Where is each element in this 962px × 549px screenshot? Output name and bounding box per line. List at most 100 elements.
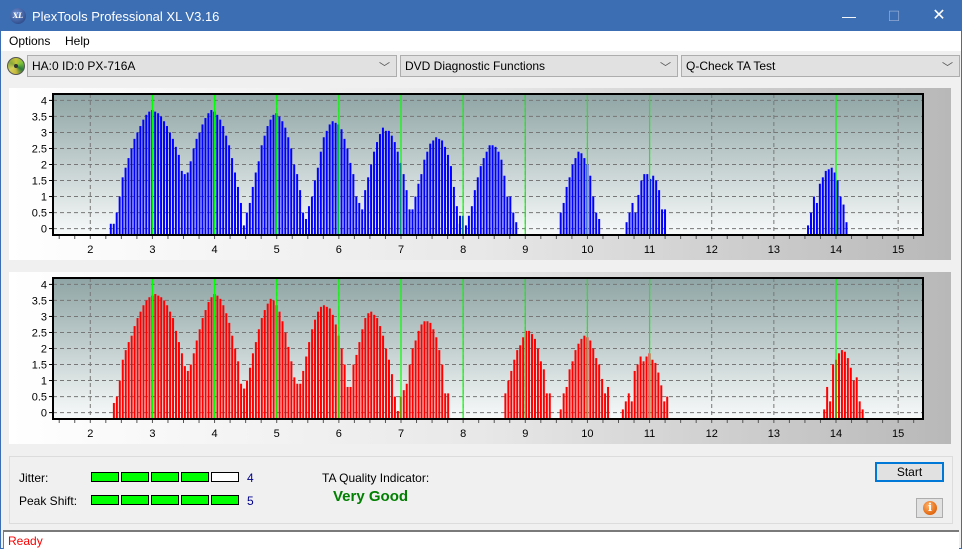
histogram-bar [305,218,308,235]
histogram-bar [504,393,507,419]
x-tick-label: 2 [87,428,93,440]
histogram-bar [528,330,531,419]
histogram-bar [198,329,201,419]
histogram-bar [858,401,861,419]
y-tick-label: 1.5 [32,176,47,188]
histogram-bar [172,318,175,419]
histogram-bar [583,158,586,235]
histogram-bar [328,124,331,235]
histogram-bar [290,148,293,235]
histogram-bar [459,215,462,235]
y-tick-label: 3 [41,127,47,139]
histogram-bar [491,145,494,235]
histogram-bar [272,114,275,235]
histogram-bar [118,380,121,419]
histogram-bar [393,396,396,419]
plextools-app-icon: XL [10,8,26,24]
histogram-bar [417,183,420,235]
histogram-bar [243,388,246,419]
peak-shift-meter-segment [91,495,119,505]
histogram-bar [512,212,515,235]
histogram-bar [837,353,840,419]
histogram-bar [207,113,210,235]
histogram-bar [519,345,522,419]
histogram-bar [299,383,302,419]
histogram-bar [636,364,639,419]
x-tick-label: 6 [336,428,342,440]
histogram-bar [124,167,127,235]
histogram-bar [198,132,201,235]
histogram-bar [367,313,370,419]
histogram-bar [645,356,648,419]
histogram-bar [168,132,171,235]
histogram-bar [627,393,630,419]
histogram-bar [180,170,183,235]
histogram-bar [658,190,661,235]
histogram-bar [325,306,328,419]
histogram-bar [396,410,399,419]
histogram-bar [299,190,302,235]
menu-help[interactable]: Help [65,34,90,48]
close-button[interactable]: ✕ [916,1,962,31]
histogram-bar [441,140,444,235]
info-button[interactable]: i [916,498,943,518]
histogram-bar [310,196,313,235]
histogram-bar [429,143,432,235]
histogram-bar [827,169,830,235]
minimize-button[interactable]: — [826,1,872,31]
histogram-bar [562,393,565,419]
x-tick-label: 14 [830,428,842,440]
histogram-bar [604,393,607,419]
histogram-bar [296,174,299,235]
histogram-bar [559,409,562,419]
histogram-bar [633,370,636,419]
histogram-bar [163,300,166,419]
maximize-button[interactable]: ☐ [871,1,917,31]
histogram-bar [408,364,411,419]
histogram-bar [225,135,228,235]
drive-select[interactable]: HA:0 ID:0 PX-716A ﹀ [27,55,397,77]
histogram-bar [661,209,664,235]
histogram-bar [646,174,649,235]
histogram-bar [234,172,237,235]
histogram-bar [861,409,864,419]
histogram-bar [316,167,319,235]
histogram-bar [237,361,240,419]
histogram-bar [823,409,826,419]
histogram-bar [169,311,172,419]
histogram-bar [631,202,634,235]
histogram-bar [284,127,287,235]
histogram-bar [305,356,308,419]
histogram-bar [314,319,317,419]
histogram-bar [411,209,414,235]
histogram-bar [390,135,393,235]
function-select[interactable]: DVD Diagnostic Functions ﹀ [400,55,678,77]
menu-options[interactable]: Options [9,34,50,48]
peak-shift-meter-segment [121,495,149,505]
histogram-bar [387,359,390,419]
test-select[interactable]: Q-Check TA Test ﹀ [681,55,960,77]
start-button[interactable]: Start [875,462,944,482]
histogram-bar [251,353,254,419]
histogram-bar [145,300,148,419]
histogram-bar [852,380,855,419]
histogram-bar [236,186,239,235]
histogram-bar [160,297,163,419]
histogram-bar [346,148,349,235]
histogram-bar [545,393,548,419]
peak-shift-value: 5 [247,494,254,508]
histogram-bar [385,348,388,419]
histogram-bar [444,146,447,235]
menu-bar: Options Help [1,31,961,51]
histogram-bar [240,383,243,419]
histogram-bar [441,364,444,419]
histogram-bar [663,401,666,419]
histogram-bar [352,364,355,419]
histogram-bar [358,342,361,419]
histogram-bar [452,186,455,235]
histogram-bar [849,367,852,419]
histogram-bar [515,222,518,235]
title-bar: XL PlexTools Professional XL V3.16 — ☐ ✕ [1,1,961,31]
histogram-bar [843,351,846,419]
y-tick-label: 1 [41,376,47,388]
